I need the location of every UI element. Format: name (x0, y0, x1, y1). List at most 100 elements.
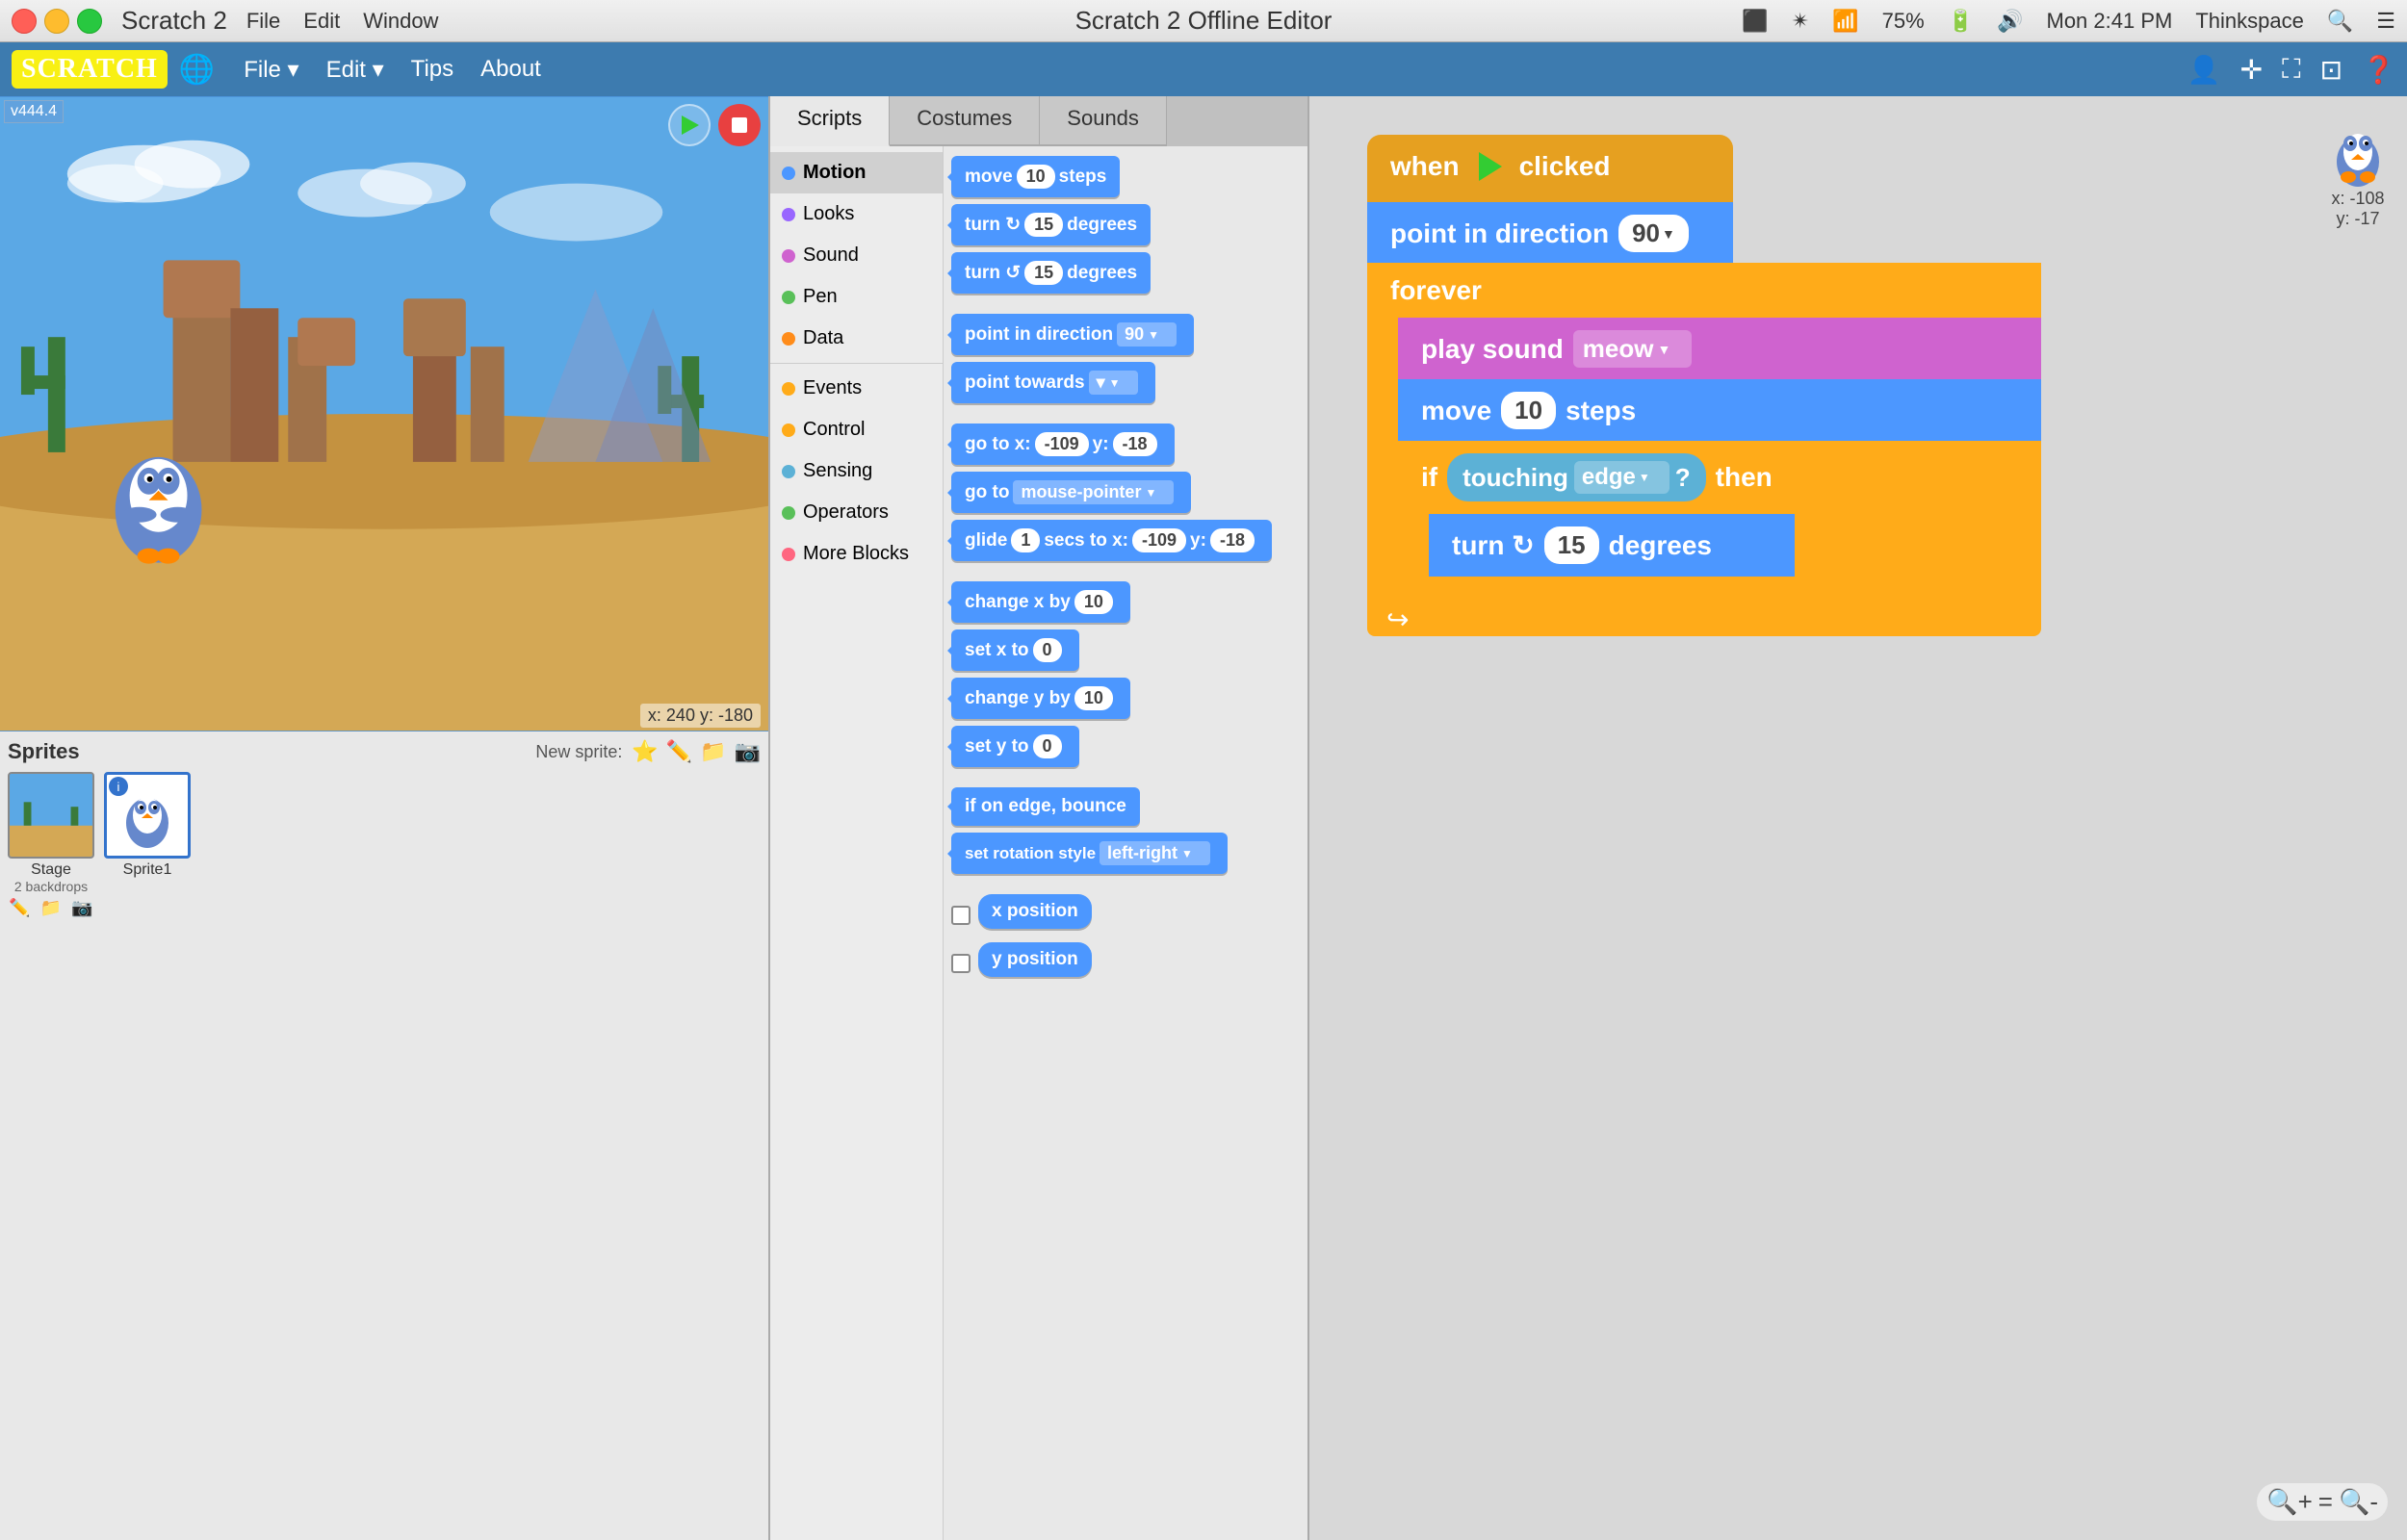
steps-value[interactable]: 10 (1501, 392, 1556, 429)
glide-y[interactable]: -18 (1210, 528, 1255, 552)
zoom-reset-button[interactable]: = (2318, 1487, 2333, 1517)
window-controls[interactable] (12, 9, 102, 34)
edge-dropdown[interactable]: edge ▼ (1574, 461, 1669, 494)
tab-costumes[interactable]: Costumes (890, 96, 1040, 146)
direction-value[interactable]: 90▼ (1618, 215, 1689, 252)
x-position-check[interactable] (951, 906, 971, 925)
sprite-info-icon[interactable]: i (109, 777, 128, 796)
menu-file[interactable]: File ▾ (230, 50, 312, 90)
category-events[interactable]: Events (770, 368, 943, 409)
category-control[interactable]: Control (770, 409, 943, 450)
menu-edit[interactable]: Edit (303, 9, 340, 34)
backdrop-icons[interactable]: ✏️ 📁 📷 (9, 898, 92, 918)
draw-sprite-icon[interactable]: ✏️ (666, 739, 692, 764)
block-point-towards[interactable]: point towards ▾ (951, 362, 1155, 403)
menu-tips[interactable]: Tips (398, 50, 467, 89)
new-sprite-icons[interactable]: ⭐ ✏️ 📁 📷 (632, 739, 761, 764)
zoom-in-button[interactable]: 🔍+ (2266, 1487, 2313, 1517)
set-x-value[interactable]: 0 (1033, 638, 1062, 662)
forever-header[interactable]: forever (1367, 263, 2041, 319)
sound-dropdown[interactable]: meow ▼ (1573, 330, 1693, 368)
block-go-to[interactable]: go to mouse-pointer (951, 472, 1191, 513)
editor-tabs[interactable]: Scripts Costumes Sounds (770, 96, 1307, 146)
category-data[interactable]: Data (770, 318, 943, 359)
block-turn-ccw[interactable]: turn ↺ 15 degrees (951, 252, 1151, 294)
towards-dropdown[interactable]: ▾ (1089, 371, 1138, 395)
set-y-value[interactable]: 0 (1033, 734, 1062, 758)
change-x-value[interactable]: 10 (1074, 590, 1113, 614)
go-to-dropdown[interactable]: mouse-pointer (1013, 480, 1174, 504)
move-steps-block[interactable]: move 10 steps (1398, 379, 2041, 442)
move-steps-value[interactable]: 10 (1017, 165, 1055, 189)
title-bar-menu[interactable]: File Edit Window (246, 9, 439, 34)
touching-edge-block[interactable]: touching edge ▼ ? (1447, 453, 1706, 501)
turn-cw-value[interactable]: 15 (1024, 213, 1063, 237)
if-header[interactable]: if touching edge ▼ ? then (1398, 441, 2041, 514)
block-change-y[interactable]: change y by 10 (951, 678, 1130, 719)
block-change-x[interactable]: change x by 10 (951, 581, 1130, 623)
turn-value[interactable]: 15 (1544, 526, 1599, 564)
menu-window[interactable]: Window (363, 9, 438, 34)
folder-sprite-icon[interactable]: 📁 (700, 739, 726, 764)
minimize-button[interactable] (44, 9, 69, 34)
stage-controls[interactable] (668, 104, 761, 146)
block-go-to-xy[interactable]: go to x: -109 y: -18 (951, 424, 1175, 465)
block-y-position[interactable]: y position (978, 942, 1092, 977)
category-pen[interactable]: Pen (770, 276, 943, 318)
search-icon[interactable]: 🔍 (2327, 9, 2353, 34)
glide-secs[interactable]: 1 (1011, 528, 1040, 552)
change-y-value[interactable]: 10 (1074, 686, 1113, 710)
person-icon[interactable]: 👤 (2187, 54, 2221, 86)
block-turn-cw[interactable]: turn ↻ 15 degrees (951, 204, 1151, 245)
edit-backdrop-icon[interactable]: ✏️ (9, 898, 30, 918)
cursor-icon[interactable]: ✛ (2240, 54, 2263, 86)
block-move-steps[interactable]: move 10 steps (951, 156, 1120, 197)
help-icon[interactable]: ❓ (2362, 54, 2395, 86)
globe-icon[interactable]: 🌐 (179, 53, 215, 87)
paint-sprite-icon[interactable]: ⭐ (632, 739, 658, 764)
category-sensing[interactable]: Sensing (770, 450, 943, 492)
play-sound-block[interactable]: play sound meow ▼ (1398, 318, 2041, 380)
block-set-x[interactable]: set x to 0 (951, 629, 1079, 671)
category-sound[interactable]: Sound (770, 235, 943, 276)
when-clicked-block[interactable]: when clicked (1367, 135, 1733, 204)
category-looks[interactable]: Looks (770, 193, 943, 235)
block-bounce[interactable]: if on edge, bounce (951, 787, 1140, 826)
glide-x[interactable]: -109 (1132, 528, 1186, 552)
menu-file[interactable]: File (246, 9, 280, 34)
block-x-position[interactable]: x position (978, 894, 1092, 929)
green-flag-button[interactable] (668, 104, 711, 146)
go-x-value[interactable]: -109 (1035, 432, 1089, 456)
category-more-blocks[interactable]: More Blocks (770, 533, 943, 575)
go-y-value[interactable]: -18 (1113, 432, 1157, 456)
y-position-check[interactable] (951, 954, 971, 973)
stage-item[interactable]: Stage 2 backdrops ✏️ 📁 📷 (8, 772, 94, 918)
zoom-fit-icon[interactable]: ⊡ (2320, 54, 2342, 86)
turn-degrees-block[interactable]: turn ↻ 15 degrees (1429, 514, 1795, 577)
stop-button[interactable] (718, 104, 761, 146)
tab-sounds[interactable]: Sounds (1040, 96, 1167, 146)
menu-about[interactable]: About (467, 50, 555, 89)
maximize-button[interactable] (77, 9, 102, 34)
menu-edit[interactable]: Edit ▾ (313, 50, 398, 90)
block-point-direction[interactable]: point in direction 90 (951, 314, 1194, 355)
turn-ccw-value[interactable]: 15 (1024, 261, 1063, 285)
zoom-controls[interactable]: 🔍+ = 🔍- (2257, 1483, 2388, 1521)
tab-scripts[interactable]: Scripts (770, 96, 890, 146)
block-set-y[interactable]: set y to 0 (951, 726, 1079, 767)
point-direction-block[interactable]: point in direction 90▼ (1367, 202, 1733, 265)
fullscreen-icon[interactable]: ⛶ (2282, 54, 2301, 86)
zoom-out-button[interactable]: 🔍- (2339, 1487, 2378, 1517)
sprite1-item[interactable]: i (104, 772, 191, 918)
menu-icon[interactable]: ☰ (2376, 9, 2395, 34)
direction-dropdown[interactable]: 90 (1117, 322, 1177, 346)
camera-backdrop-icon[interactable]: 📷 (71, 898, 92, 918)
block-glide[interactable]: glide 1 secs to x: -109 y: -18 (951, 520, 1272, 561)
rotation-dropdown[interactable]: left-right (1100, 841, 1210, 865)
camera-sprite-icon[interactable]: 📷 (735, 739, 761, 764)
category-motion[interactable]: Motion (770, 152, 943, 193)
close-button[interactable] (12, 9, 37, 34)
upload-backdrop-icon[interactable]: 📁 (40, 898, 62, 918)
block-rotation-style[interactable]: set rotation style left-right (951, 833, 1228, 874)
category-operators[interactable]: Operators (770, 492, 943, 533)
